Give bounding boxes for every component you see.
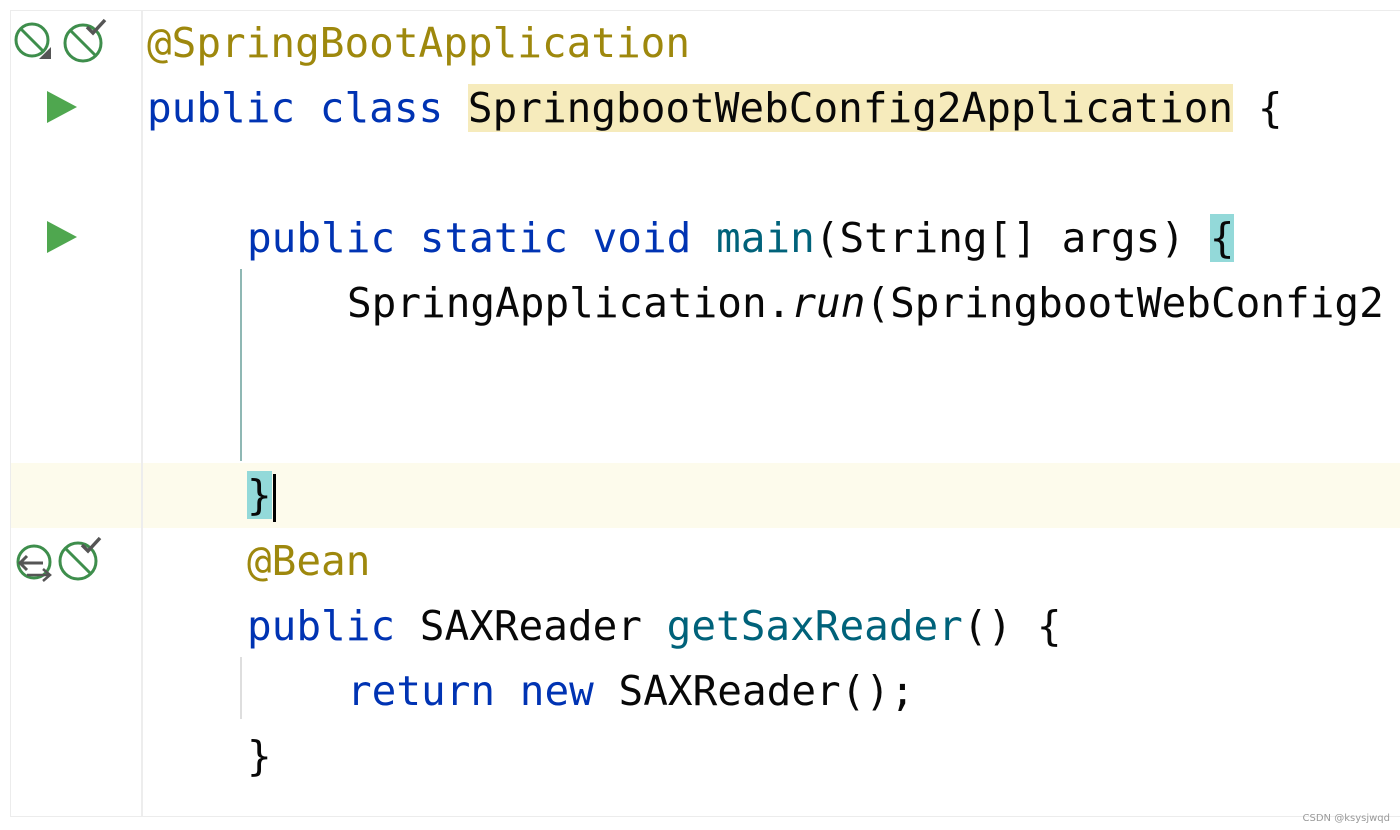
keyword-void: void	[592, 214, 692, 262]
code-line-9[interactable]: @Bean	[247, 529, 370, 594]
code-line-1[interactable]: @SpringBootApplication	[147, 11, 690, 76]
code-line-8[interactable]: }	[247, 463, 276, 528]
method-run: run	[791, 279, 866, 327]
keyword-static: static	[419, 214, 568, 262]
return-type: SAXReader	[419, 602, 642, 650]
code-editor[interactable]: @SpringBootApplication public class Spri…	[10, 10, 1400, 817]
keyword-public: public	[247, 214, 396, 262]
keyword-public: public	[247, 602, 396, 650]
navigate-bean-icon[interactable]	[13, 541, 55, 583]
class-name-highlighted: SpringbootWebConfig2Application	[467, 84, 1234, 132]
code-line-4[interactable]: public static void main(String[] args) {	[247, 206, 1235, 271]
run-icon[interactable]	[44, 219, 80, 255]
matched-open-brace: {	[1209, 214, 1235, 262]
keyword-public: public	[147, 84, 296, 132]
constructor-call: SAXReader();	[618, 667, 915, 715]
gutter-divider	[141, 11, 143, 816]
code-line-12[interactable]: }	[247, 724, 272, 789]
annotation-bean: @Bean	[247, 537, 371, 585]
code-line-5[interactable]: SpringApplication.run(SpringbootWebConfi…	[347, 271, 1384, 336]
method-main: main	[716, 214, 815, 262]
matched-close-brace: }	[247, 471, 272, 519]
indent-guide	[240, 657, 242, 719]
keyword-new: new	[519, 667, 594, 715]
spring-application-receiver: SpringApplication.	[347, 279, 792, 327]
indent-guide	[240, 269, 242, 461]
current-line-highlight	[11, 463, 1400, 528]
keyword-return: return	[347, 667, 496, 715]
code-line-11[interactable]: return new SAXReader();	[347, 659, 915, 724]
method-signature-tail: () {	[962, 602, 1062, 650]
open-brace: {	[1257, 84, 1283, 132]
text-caret	[272, 474, 276, 522]
bean-check-icon[interactable]	[61, 17, 109, 65]
run-args: (SpringbootWebConfig2	[865, 279, 1384, 327]
annotation-springbootapplication: @SpringBootApplication	[147, 19, 691, 67]
no-beans-icon[interactable]	[13, 21, 55, 63]
keyword-class: class	[319, 84, 444, 132]
main-params: (String[] args)	[814, 214, 1186, 262]
code-line-2[interactable]: public class SpringbootWebConfig2Applica…	[147, 76, 1283, 141]
method-getsaxreader: getSaxReader	[666, 602, 963, 650]
close-brace: }	[247, 732, 272, 780]
code-line-10[interactable]: public SAXReader getSaxReader() {	[247, 594, 1062, 659]
run-icon[interactable]	[44, 89, 80, 125]
watermark: CSDN @ksysjwqd	[1302, 813, 1390, 824]
bean-check-icon[interactable]	[56, 535, 104, 583]
